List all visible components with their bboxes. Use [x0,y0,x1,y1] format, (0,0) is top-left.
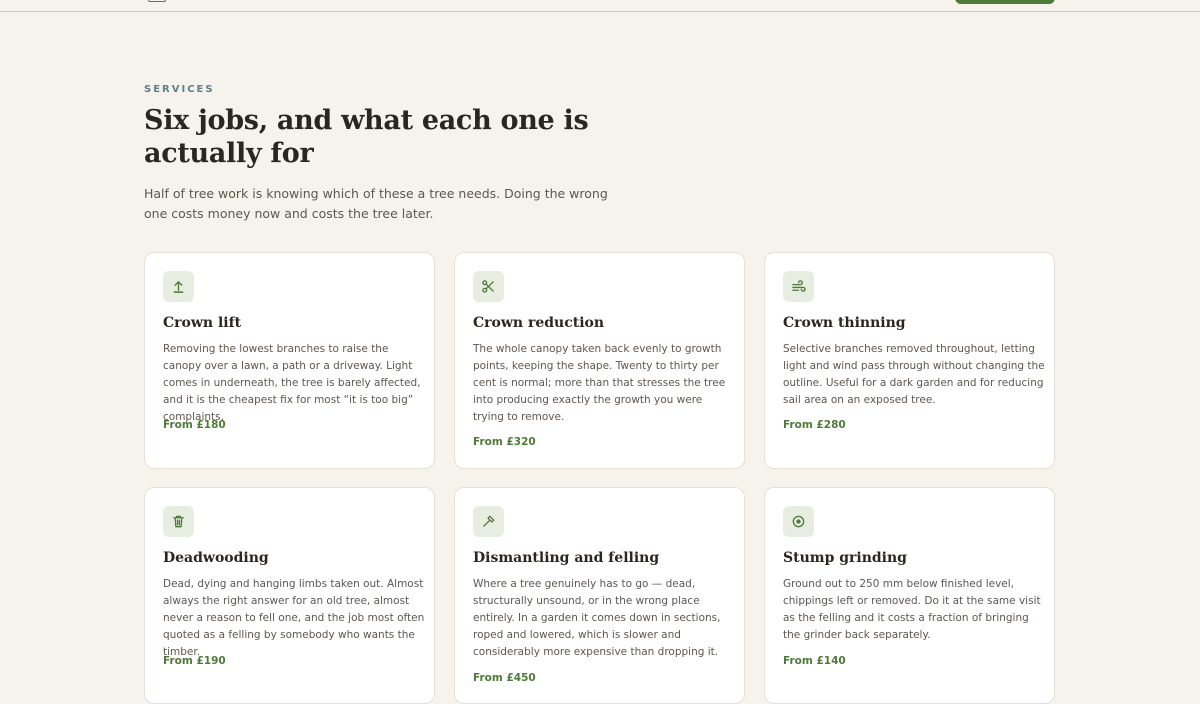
service-title: Crown thinning [783,315,906,331]
service-title: Crown reduction [473,315,605,331]
service-title: Crown lift [163,315,242,331]
service-description: Dead, dying and hanging limbs taken out.… [163,578,425,658]
section-headline: Six jobs, and what each one is actually … [144,105,589,169]
logo-icon[interactable] [148,0,166,2]
service-price: From £320 [473,436,536,448]
header-cta-button[interactable] [955,0,1055,4]
service-description: Selective branches removed throughout, l… [783,343,1045,406]
service-card-crown-lift: Crown lift Removing the lowest branches … [144,252,435,469]
service-title: Deadwooding [163,550,269,566]
service-title: Stump grinding [783,550,907,566]
hammer-icon [473,506,504,537]
service-title: Dismantling and felling [473,550,660,566]
service-description: Where a tree genuinely has to go — dead,… [473,578,721,658]
site-header [0,0,1200,12]
arrow-up-icon [163,271,194,302]
service-price: From £140 [783,655,846,667]
trash-icon [163,506,194,537]
service-card-deadwooding: Deadwooding Dead, dying and hanging limb… [144,487,435,704]
service-card-stump-grinding: Stump grinding Ground out to 250 mm belo… [764,487,1055,704]
service-price: From £450 [473,672,536,684]
service-card-crown-reduction: Crown reduction The whole canopy taken b… [454,252,745,469]
wind-icon [783,271,814,302]
section-eyebrow: SERVICES [144,84,215,95]
service-description: The whole canopy taken back evenly to gr… [473,343,726,423]
service-price: From £190 [163,655,226,667]
service-description: Ground out to 250 mm below finished leve… [783,578,1041,641]
service-card-crown-thinning: Crown thinning Selective branches remove… [764,252,1055,469]
target-icon [783,506,814,537]
service-price: From £180 [163,419,226,431]
service-card-dismantling-and-felling: Dismantling and felling Where a tree gen… [454,487,745,704]
service-price: From £280 [783,419,846,431]
section-intro: Half of tree work is knowing which of th… [144,186,608,221]
scissors-icon [473,271,504,302]
service-description: Removing the lowest branches to raise th… [163,343,421,423]
